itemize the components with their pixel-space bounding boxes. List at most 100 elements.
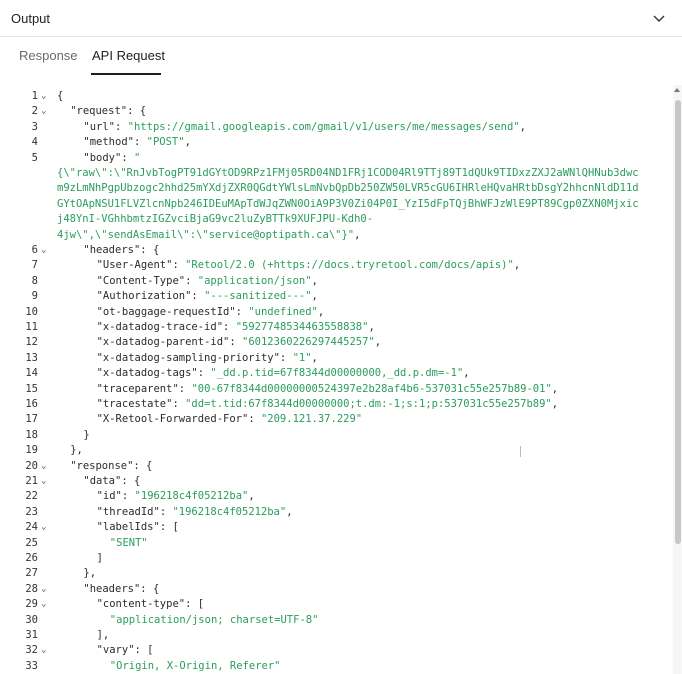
fold-chevron-icon[interactable]: ⌄: [41, 643, 50, 658]
code-text: "tracestate": "dd=t.tid:67f8344d00000000…: [97, 397, 559, 412]
punctuation-token: :: [178, 382, 192, 395]
string-token: "196218c4f05212ba": [134, 490, 249, 503]
key-token: "ot-baggage-requestId": [96, 305, 236, 318]
line-number: 25: [25, 536, 38, 549]
key-token: "x-datadog-trace-id": [96, 321, 224, 333]
fold-chevron-icon[interactable]: ⌄: [41, 104, 50, 119]
panel-title: Output: [11, 11, 51, 26]
punctuation-token: :: [115, 120, 128, 133]
string-token: "undefined": [248, 305, 318, 318]
code-text: GYtOApNSU1FLVZlcnNpb246IDEuMApTdWJqZWN0O…: [57, 197, 639, 212]
code-line: 11 "x-datadog-trace-id": "592774853446355…: [0, 320, 672, 335]
punctuation-token: ,: [463, 367, 470, 380]
output-panel-header[interactable]: Output: [0, 0, 682, 37]
fold-chevron-icon[interactable]: ⌄: [41, 520, 50, 535]
string-token: "SENT": [109, 536, 148, 549]
punctuation-token: :: [121, 151, 134, 164]
line-number: 3: [31, 120, 38, 133]
line-number: 20: [25, 459, 38, 472]
fold-chevron-icon[interactable]: ⌄: [41, 459, 50, 474]
string-token: "5927748534463558838": [235, 321, 369, 333]
line-number: 7: [31, 259, 38, 272]
punctuation-token: :: [229, 336, 243, 349]
key-token: "request": [70, 105, 128, 118]
fold-chevron-icon[interactable]: ⌄: [41, 597, 50, 612]
code-line: 20 ⌄ "response": {: [0, 459, 672, 474]
scrollbar-thumb[interactable]: [675, 100, 681, 544]
code-text: "headers": {: [83, 243, 159, 258]
tab-api-request[interactable]: API Request: [92, 48, 165, 63]
line-number: 4: [31, 136, 38, 149]
line-number: 29: [25, 598, 38, 611]
punctuation-token: : {: [133, 459, 153, 472]
code-line: 18}: [0, 428, 672, 443]
code-text: "User-Agent": "Retool/2.0 (+https://docs…: [97, 258, 521, 273]
fold-chevron-icon[interactable]: ⌄: [41, 474, 50, 489]
punctuation-token: ,: [311, 274, 318, 287]
line-number: 21: [25, 475, 38, 487]
fold-chevron-icon[interactable]: ⌄: [41, 89, 50, 104]
string-token: "POST": [146, 136, 185, 149]
code-text: "x-datadog-sampling-priority": "1",: [97, 351, 318, 366]
code-text: {: [57, 89, 63, 104]
code-text: m9zLmNhPgpUbzogc2hhd25mYXdjZXR0QGdtYWlsL…: [57, 181, 639, 196]
punctuation-token: : {: [140, 244, 160, 256]
code-text: ],: [97, 628, 110, 643]
line-number: 2: [31, 105, 38, 118]
code-line: 25 "SENT": [0, 536, 672, 551]
code-line: 15 "traceparent": "00-67f8344d00000000524…: [0, 382, 672, 397]
code-line: 28 ⌄ "headers": {: [0, 582, 672, 597]
punctuation-token: ,: [317, 305, 325, 318]
string-token: "Origin, X-Origin, Referer": [109, 659, 281, 672]
code-line: 22 "id": "196218c4f05212ba",: [0, 489, 672, 504]
punctuation-token: {: [57, 90, 64, 102]
code-line: m9zLmNhPgpUbzogc2hhd25mYXdjZXR0QGdtYWlsL…: [0, 181, 672, 196]
line-number: 13: [25, 351, 38, 364]
tab-response[interactable]: Response: [19, 48, 78, 63]
string-token: m9zLmNhPgpUbzogc2hhd25mYXdjZXR0QGdtYWlsL…: [57, 182, 639, 195]
key-token: "headers": [83, 244, 141, 256]
punctuation-token: :: [191, 290, 205, 303]
line-number: 23: [25, 505, 38, 518]
code-text: "labelIds": [: [97, 520, 179, 535]
fold-chevron-icon[interactable]: ⌄: [41, 243, 50, 258]
code-text: "Authorization": "---sanitized---",: [97, 289, 318, 304]
punctuation-token: : {: [121, 475, 141, 487]
line-number: 18: [25, 428, 38, 441]
punctuation-token: :: [248, 413, 261, 426]
key-token: "tracestate": [96, 398, 173, 410]
scroll-up-arrow-icon[interactable]: [674, 88, 680, 92]
text-cursor: [520, 446, 521, 457]
code-line: 23 "threadId": "196218c4f05212ba",: [0, 505, 672, 520]
code-line: 5 "body": ": [0, 151, 672, 166]
code-text: "response": {: [70, 459, 152, 474]
punctuation-token: :: [172, 259, 186, 272]
code-line: 33 "Origin, X-Origin, Referer": [0, 659, 672, 674]
json-code-viewer[interactable]: 1 ⌄{2 ⌄ "request": {3 "url": "https://gmail.…: [0, 85, 672, 674]
code-line: 14 "x-datadog-tags": "_dd.p.tid=67f8344d0…: [0, 366, 672, 381]
line-number: 22: [25, 490, 38, 503]
punctuation-token: ,: [368, 321, 375, 333]
code-line: 13 "x-datadog-sampling-priority": "1",: [0, 351, 672, 366]
key-token: "X-Retool-Forwarded-For": [96, 413, 249, 426]
key-token: "method": [83, 136, 134, 149]
string-token: 4jw\",\"sendAsEmail\":\"service@optipath…: [57, 228, 355, 241]
code-line: 32 ⌄ "vary": [: [0, 643, 672, 658]
punctuation-token: ,: [311, 290, 318, 303]
code-text: "url": "https://gmail.googleapis.com/gma…: [83, 120, 526, 135]
key-token: "response": [70, 459, 134, 472]
line-number: 26: [25, 552, 38, 564]
code-line: 4 "method": "POST",: [0, 135, 672, 150]
line-number: 32: [25, 644, 38, 657]
punctuation-token: : [: [185, 598, 205, 611]
line-number: 11: [25, 321, 38, 333]
chevron-down-icon[interactable]: [652, 11, 666, 25]
key-token: "id": [96, 490, 122, 503]
fold-chevron-icon[interactable]: ⌄: [41, 582, 50, 597]
punctuation-token: : [: [159, 521, 179, 534]
code-text: "threadId": "196218c4f05212ba",: [97, 505, 293, 520]
punctuation-token: ,: [184, 136, 191, 149]
line-number: 9: [31, 290, 38, 303]
punctuation-token: ,: [311, 351, 318, 364]
code-line: 31],: [0, 628, 672, 643]
